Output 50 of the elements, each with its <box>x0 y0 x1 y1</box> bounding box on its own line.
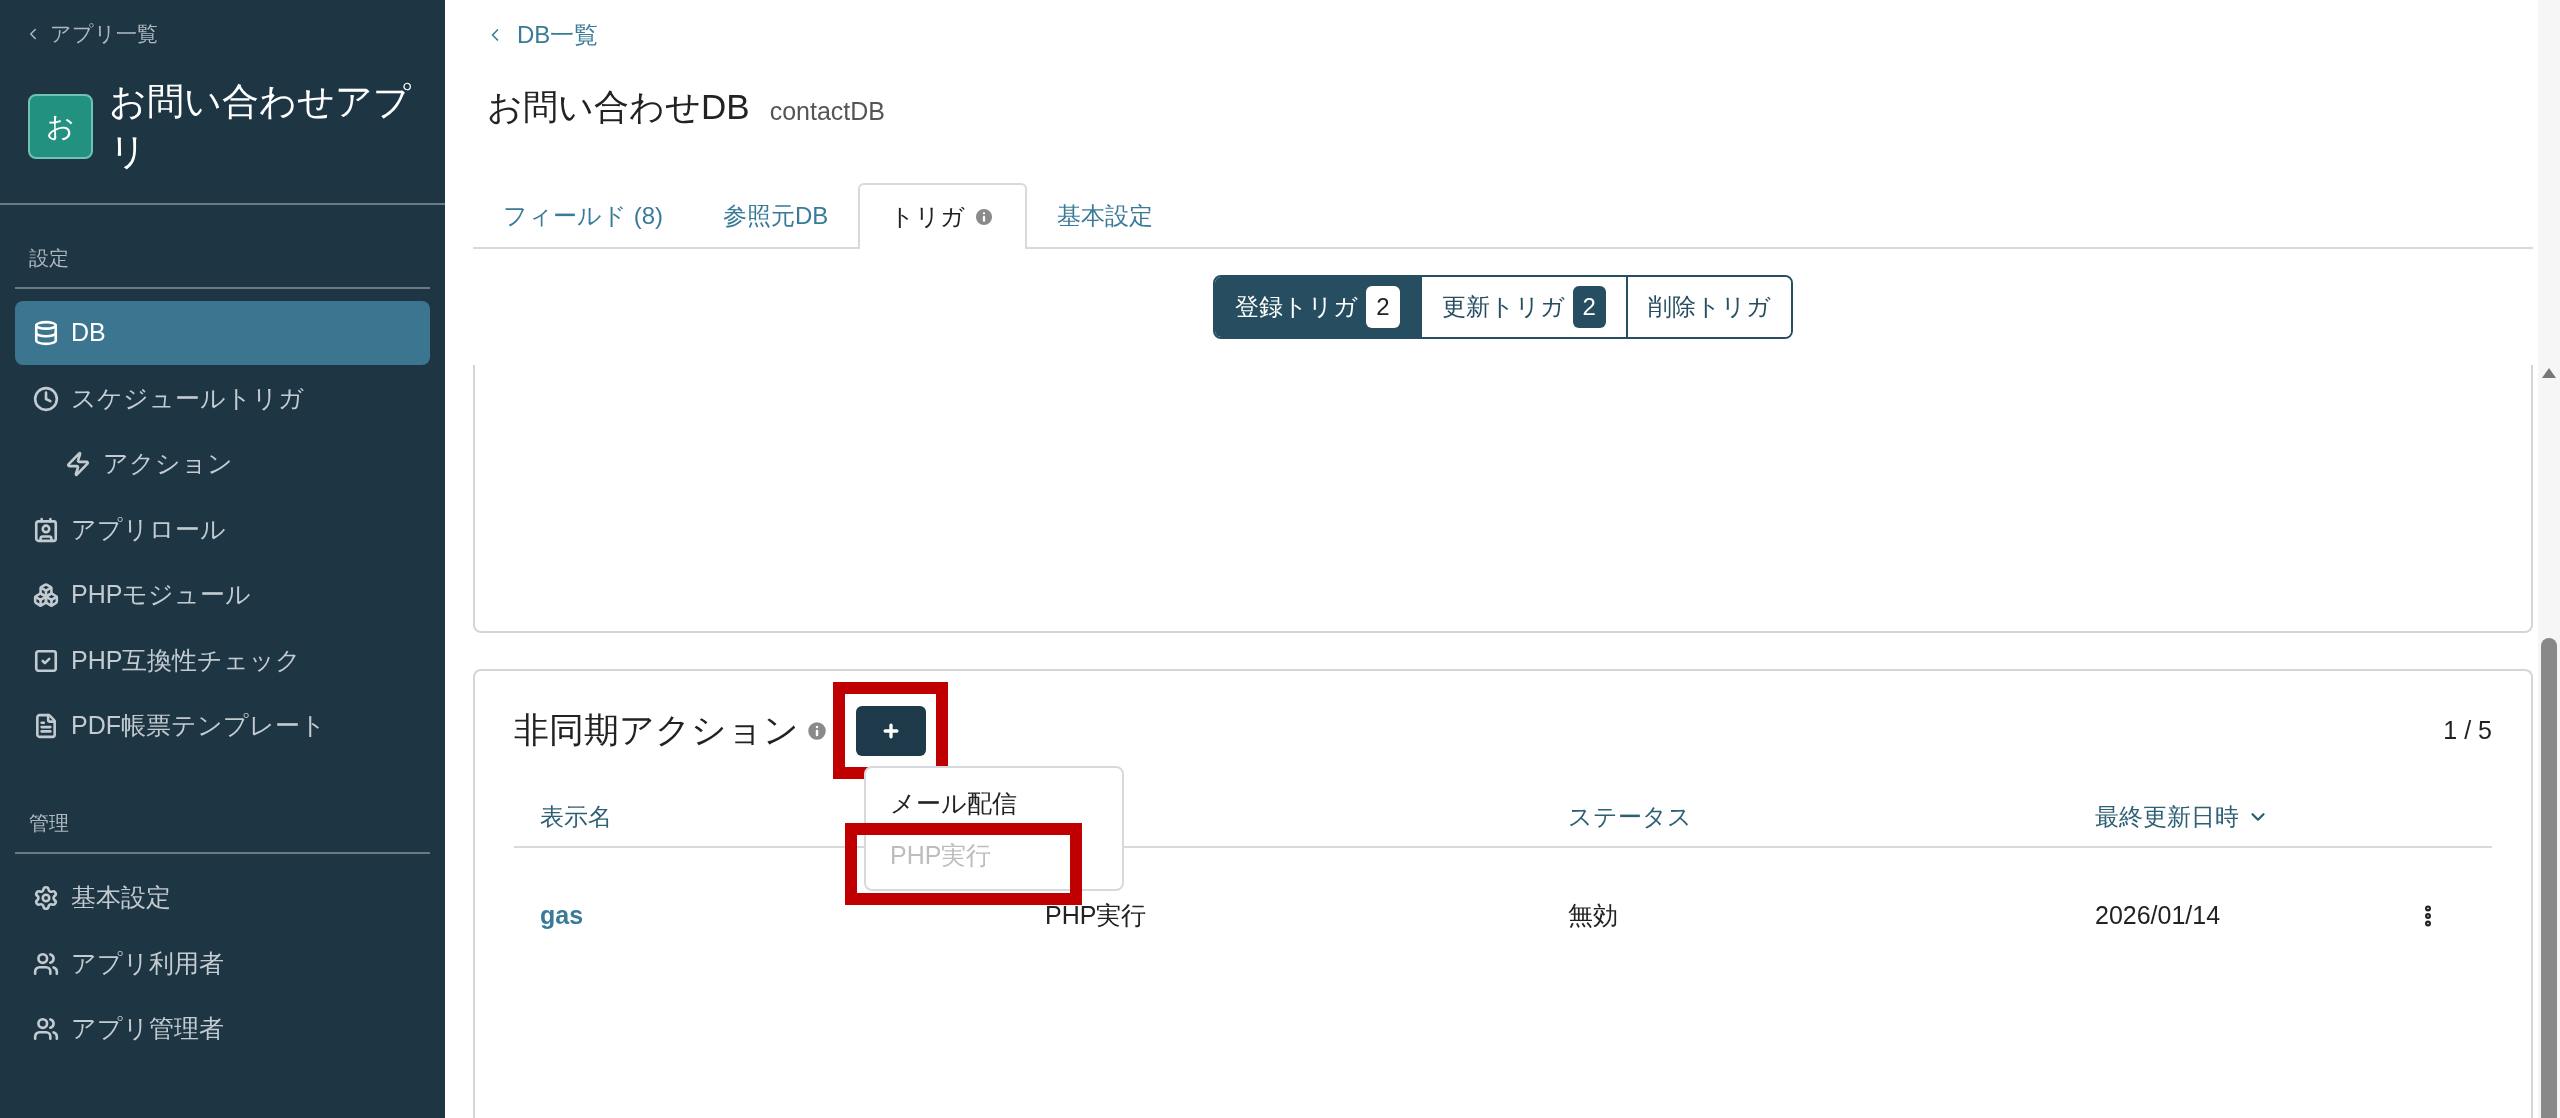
section-heading: 設定 <box>29 247 69 269</box>
cubes-icon <box>33 582 59 608</box>
document-icon <box>33 713 59 739</box>
scroll-up-icon[interactable] <box>2542 368 2556 378</box>
tab[interactable]: 参照元DB <box>693 183 859 249</box>
panel-title: 非同期アクション <box>514 709 799 752</box>
users-icon <box>33 1016 59 1042</box>
checkbox-icon <box>33 647 59 674</box>
tab[interactable]: トリガ <box>858 183 1028 249</box>
page-subtitle: contactDB <box>769 95 885 127</box>
app-title: お問い合わせアプリ <box>109 79 412 174</box>
database-icon <box>33 320 59 346</box>
sidebar-item[interactable]: PDF帳票テンプレート <box>15 694 430 758</box>
sidebar-item[interactable]: PHP互換性チェック <box>15 628 430 693</box>
sidebar-item[interactable]: アクション <box>15 432 430 496</box>
table-cell-text: 無効 <box>1568 900 1618 932</box>
count-badge: 2 <box>1572 286 1606 328</box>
column-header[interactable]: 表示名 <box>540 799 612 835</box>
back-link[interactable]: DB一覧 <box>485 17 599 53</box>
column-header[interactable]: 最終更新日時 <box>2095 799 2269 835</box>
back-link[interactable]: アプリ一覧 <box>24 18 158 50</box>
add-button[interactable] <box>855 705 926 756</box>
column-header[interactable]: ステータス <box>1568 799 1692 835</box>
sidebar-item[interactable]: PHPモジュール <box>15 563 430 627</box>
tab[interactable]: 基本設定 <box>1027 183 1184 249</box>
table-cell-text: 2026/01/14 <box>2095 900 2221 932</box>
users-icon <box>33 950 59 977</box>
segment-button[interactable]: 登録トリガ 2 <box>1215 277 1420 337</box>
table-cell-text: PHP実行 <box>1045 900 1147 932</box>
scrollbar[interactable] <box>2538 0 2560 1118</box>
count-badge: 2 <box>1366 286 1400 328</box>
page-indicator: 1 / 5 <box>2443 714 2492 746</box>
sidebar-item[interactable]: DB <box>15 301 430 365</box>
sidebar-item[interactable]: アプリ管理者 <box>15 997 430 1061</box>
segment-button[interactable]: 削除トリガ <box>1625 277 1791 337</box>
settings-icon <box>33 885 59 911</box>
tab[interactable]: フィールド (8) <box>473 183 693 249</box>
id-badge-icon <box>33 516 59 543</box>
scrollbar-thumb[interactable] <box>2541 638 2557 1118</box>
section-heading: 管理 <box>29 812 69 834</box>
page-title: お問い合わせDB <box>487 85 750 128</box>
clock-icon <box>33 385 59 412</box>
app-icon: お <box>28 94 93 159</box>
menu-item[interactable]: メール配信 <box>866 778 1122 830</box>
sidebar-item[interactable]: スケジュールトリガ <box>15 366 430 431</box>
sidebar-item[interactable]: アプリロール <box>15 497 430 562</box>
lightning-icon <box>65 451 91 477</box>
sidebar-item[interactable]: 基本設定 <box>15 866 430 930</box>
name-link[interactable]: gas <box>540 897 584 935</box>
sidebar-item[interactable]: アプリ利用者 <box>15 931 430 996</box>
